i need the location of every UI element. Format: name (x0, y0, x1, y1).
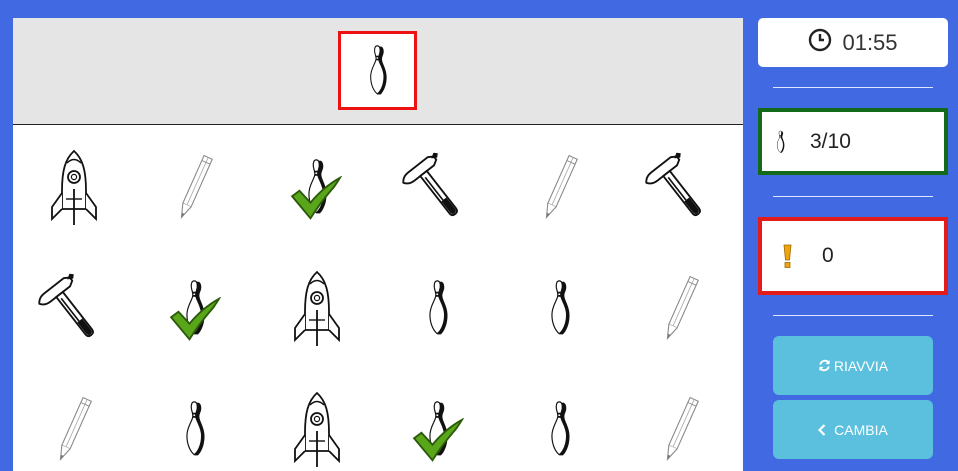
errors-panel: 0 (758, 217, 948, 295)
bowling-pin-icon (368, 37, 388, 104)
grid-cell-hammer[interactable] (378, 126, 499, 247)
grid-cell-bowling-pin[interactable] (499, 368, 620, 471)
bowling-pin-icon (549, 269, 571, 347)
grid-cell-bowling-pin[interactable] (499, 247, 620, 368)
bowling-pin-icon (427, 269, 449, 347)
checkmark-icon (410, 418, 466, 464)
checkmark-icon (167, 297, 223, 343)
exclamation-icon (783, 244, 792, 268)
grid-cell-bowling-pin[interactable] (378, 368, 499, 471)
grid-cell-pencil[interactable] (13, 368, 134, 471)
grid-cell-bowling-pin[interactable] (256, 126, 377, 247)
hammer-icon (38, 272, 110, 344)
divider (773, 196, 933, 197)
chevron-left-icon (818, 423, 826, 436)
grid-cell-rocket[interactable] (256, 368, 377, 471)
score-panel: 3/10 (758, 108, 948, 175)
divider (773, 315, 933, 316)
grid-cell-bowling-pin[interactable] (135, 247, 256, 368)
target-bar (13, 18, 743, 125)
grid-cell-rocket[interactable] (13, 126, 134, 247)
refresh-icon (818, 359, 831, 372)
bowling-pin-icon (184, 390, 206, 468)
change-label: CAMBIA (834, 421, 888, 438)
pencil-icon (177, 151, 213, 223)
grid-cell-bowling-pin[interactable] (135, 368, 256, 471)
bowling-pin-icon (776, 130, 785, 154)
rocket-icon (289, 268, 345, 348)
divider (773, 87, 933, 88)
restart-button[interactable]: RIAVVIA (773, 336, 933, 395)
change-button[interactable]: CAMBIA (773, 400, 933, 459)
side-panel: 01:55 3/10 0 RIAVVIA CAMBIA (743, 0, 958, 471)
grid-cell-pencil[interactable] (135, 126, 256, 247)
hammer-icon (402, 151, 474, 223)
pencil-icon (542, 151, 578, 223)
pencil-icon (663, 393, 699, 465)
pencil-icon (663, 272, 699, 344)
errors-value: 0 (822, 244, 834, 267)
grid-cell-pencil[interactable] (621, 368, 742, 471)
pencil-icon (56, 393, 92, 465)
grid-cell-bowling-pin[interactable] (378, 247, 499, 368)
timer-value: 01:55 (842, 29, 898, 55)
target-item (338, 31, 417, 110)
restart-label: RIAVVIA (833, 357, 889, 374)
hammer-icon (645, 151, 717, 223)
grid-cell-hammer[interactable] (13, 247, 134, 368)
grid-cell-hammer[interactable] (621, 126, 742, 247)
rocket-icon (289, 389, 345, 469)
grid-cell-pencil[interactable] (499, 126, 620, 247)
timer: 01:55 (758, 18, 948, 67)
game-board (13, 18, 743, 471)
grid-cell-pencil[interactable] (621, 247, 742, 368)
grid-cell-rocket[interactable] (256, 247, 377, 368)
clock-icon (808, 28, 832, 58)
score-value: 3/10 (810, 129, 851, 153)
checkmark-icon (288, 176, 344, 222)
rocket-icon (46, 147, 102, 227)
bowling-pin-icon (549, 390, 571, 468)
